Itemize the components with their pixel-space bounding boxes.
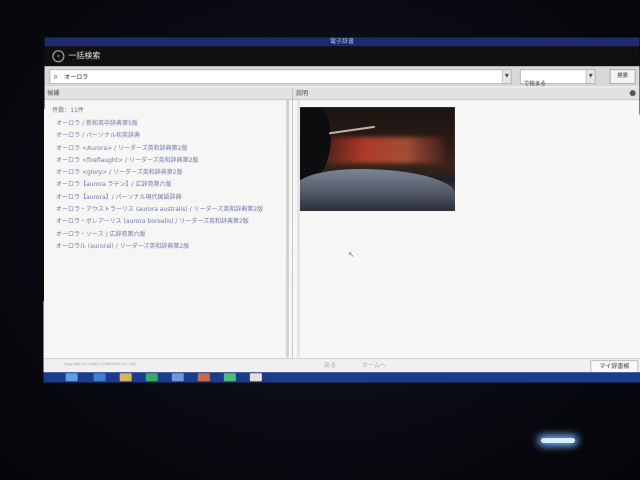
folder-icon[interactable]: [120, 373, 132, 381]
list-item[interactable]: オーロラ・ボレアーリス (aurora borealis) / リーダーズ英和辞…: [56, 216, 263, 228]
list-item[interactable]: オーロラ <glory> / リーダーズ英和辞典第2版: [56, 167, 263, 179]
browser-icon[interactable]: [94, 373, 106, 381]
list-item[interactable]: オーロラ <fireflaught> / リーダーズ英和辞典第2版: [56, 155, 263, 167]
app-icon[interactable]: [172, 373, 184, 381]
power-led: [541, 438, 575, 443]
taskbar: [44, 372, 640, 382]
window-title: 電子辞書: [44, 37, 639, 46]
mouse-cursor-icon: ↖: [348, 250, 355, 259]
list-item[interactable]: オーロラ <Aurora> / リーダーズ英和辞典第2版: [56, 143, 263, 155]
candidates-scrollbar[interactable]: [286, 100, 289, 357]
silhouette-shape: [297, 107, 331, 179]
dictionary-app-icon[interactable]: [250, 373, 262, 381]
earth-horizon: [297, 169, 455, 211]
description-header-label: 説明: [296, 88, 308, 99]
store-icon[interactable]: [146, 373, 158, 381]
description-header: 説明: [293, 88, 640, 100]
search-button[interactable]: 検索: [610, 69, 636, 84]
chat-icon[interactable]: [224, 373, 236, 381]
list-item[interactable]: オーロラ【aurora】/ パーソナル現代国語辞典: [56, 192, 263, 204]
aurora-glow: [325, 137, 445, 163]
search-history-dropdown-icon[interactable]: ▼: [502, 70, 511, 83]
search-icon: ⌕: [53, 70, 58, 83]
close-pane-icon[interactable]: [630, 90, 636, 96]
aurora-photo: [297, 107, 455, 211]
list-item[interactable]: オーロラ / パーソナル和英辞典: [56, 130, 263, 142]
media-icon[interactable]: [198, 373, 210, 381]
list-item[interactable]: オーロラ・アウストラーリス (aurora australis) / リーダーズ…: [56, 204, 263, 216]
copyright-text: Copyright (C) CASIO COMPUTER CO., LTD.: [64, 362, 137, 366]
match-mode-value: で始まる: [521, 81, 546, 87]
bottom-bar: Copyright (C) CASIO COMPUTER CO., LTD. 戻…: [44, 358, 640, 373]
app-screen: 電子辞書 ‹ 一括検索 ⌕ ▼ で始まる ▼ 検索 候補 件数：11件 オーロラ…: [44, 37, 640, 382]
page-title: 一括検索: [68, 49, 100, 63]
candidates-header-label: 候補: [47, 88, 59, 99]
search-input[interactable]: [64, 71, 494, 81]
list-item[interactable]: オーロラ・ソース / 広辞苑第六版: [56, 229, 263, 241]
candidates-header: 候補: [44, 88, 292, 100]
back-button[interactable]: 戻る: [324, 361, 336, 371]
app-header: ‹ 一括検索: [44, 46, 639, 66]
home-button[interactable]: ホームへ: [362, 361, 386, 371]
result-list: オーロラ / 新和英中辞典第5版 オーロラ / パーソナル和英辞典 オーロラ <…: [56, 118, 263, 253]
description-scroll-track: [297, 100, 300, 357]
window-titlebar: 電子辞書: [44, 37, 639, 46]
back-arrow-icon[interactable]: ‹: [52, 50, 64, 62]
result-count: 件数：11件: [52, 107, 84, 115]
search-box[interactable]: ⌕ ▼: [49, 69, 511, 84]
description-pane: 説明 ↖: [293, 88, 640, 358]
list-item[interactable]: オーロラ【aurora ラテン】/ 広辞苑第六版: [56, 179, 263, 191]
match-mode-select[interactable]: で始まる ▼: [520, 69, 596, 84]
candidates-pane: 候補 件数：11件 オーロラ / 新和英中辞典第5版 オーロラ / パーソナル和…: [44, 88, 292, 358]
chevron-down-icon[interactable]: ▼: [586, 70, 595, 83]
start-icon[interactable]: [66, 373, 78, 381]
list-item[interactable]: オーロラル (auroral) / リーダーズ英和辞典第2版: [56, 241, 263, 253]
list-item[interactable]: オーロラ / 新和英中辞典第5版: [56, 118, 263, 130]
light-beam: [329, 126, 375, 134]
search-bar: ⌕ ▼ で始まる ▼ 検索: [44, 66, 639, 86]
